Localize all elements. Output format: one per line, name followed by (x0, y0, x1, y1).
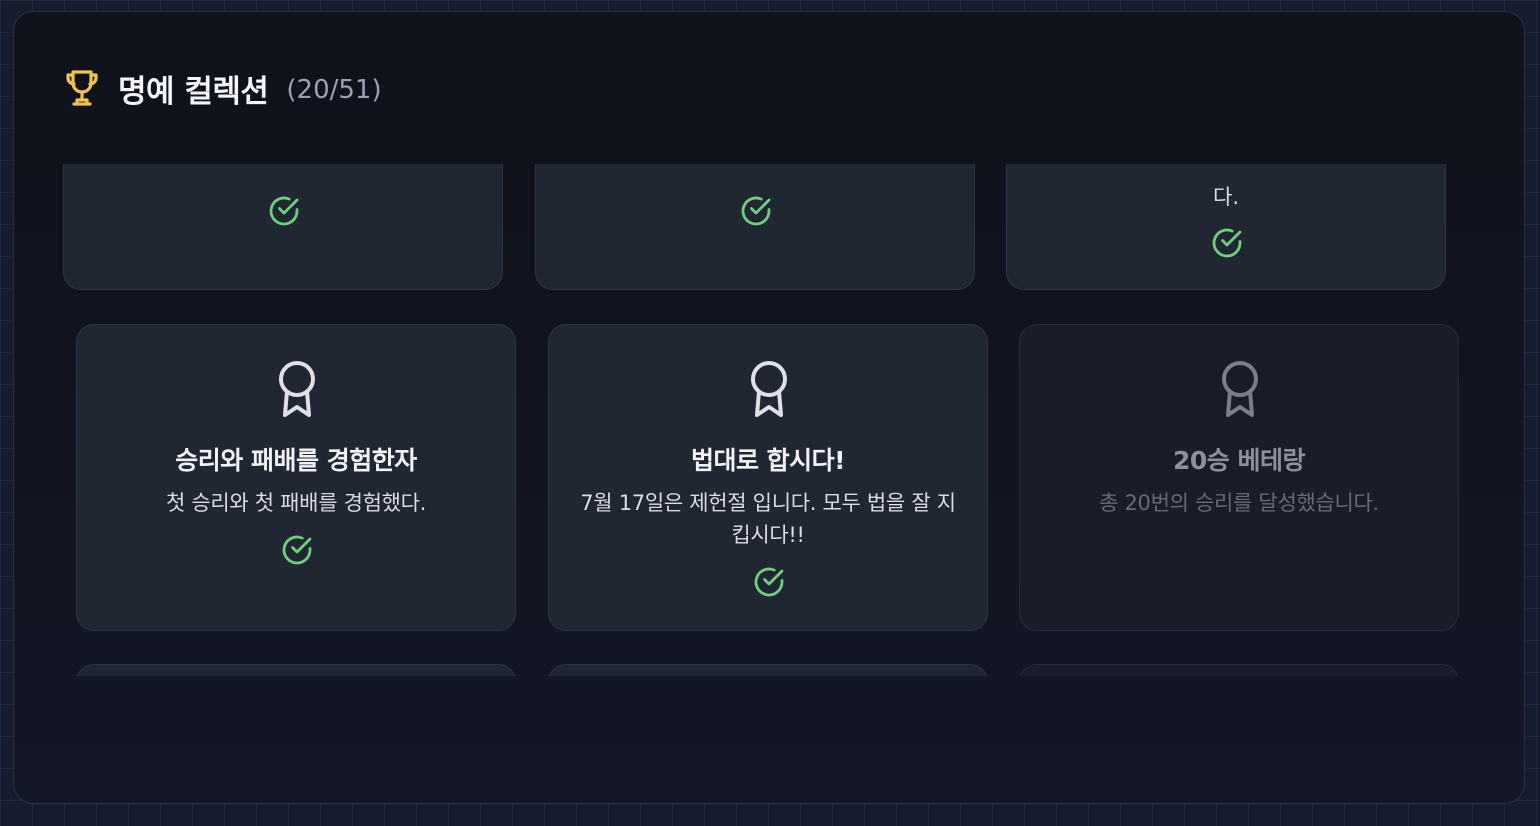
check-circle-icon (754, 567, 784, 597)
panel-header: 명예 컬렉션 (20/51) (64, 68, 382, 110)
trophy-icon (64, 68, 100, 108)
award-icon (751, 361, 787, 417)
achievement-description: 7월 17일은 제헌절 입니다. 모두 법을 잘 지킵시다!! (580, 491, 956, 547)
achievement-description: 총 20번의 승리를 달성했습니다. (1099, 491, 1379, 515)
achievement-card[interactable]: 다. (1006, 164, 1446, 290)
check-circle-icon (282, 535, 312, 565)
achievement-description: 다. (1213, 185, 1239, 209)
achievement-card[interactable] (535, 164, 975, 290)
page-title: 명예 컬렉션 (118, 73, 269, 110)
award-icon (1222, 361, 1258, 417)
honor-collection-panel: 명예 컬렉션 (20/51) 다. 승리와 패배를 경험한자 첫 승리와 첫 패… (13, 11, 1525, 804)
achievement-card[interactable] (548, 664, 988, 676)
achievement-title: 법대로 합시다! (690, 446, 846, 475)
achievement-title: 승리와 패배를 경험한자 (175, 446, 417, 475)
achievement-card[interactable]: 승리와 패배를 경험한자 첫 승리와 첫 패배를 경험했다. (76, 324, 516, 631)
check-circle-icon (741, 196, 771, 226)
achievement-description: 첫 승리와 첫 패배를 경험했다. (165, 491, 427, 515)
achievement-title: 20승 베테랑 (1173, 446, 1306, 475)
check-circle-icon (1212, 228, 1242, 258)
achievement-list[interactable]: 다. 승리와 패배를 경험한자 첫 승리와 첫 패배를 경험했다. 법대로 합시… (60, 164, 1460, 676)
check-circle-icon (269, 196, 299, 226)
achievement-card-locked[interactable]: 20승 베테랑 총 20번의 승리를 달성했습니다. (1019, 324, 1459, 631)
achievement-card[interactable] (76, 664, 516, 676)
award-icon (279, 361, 315, 417)
achievement-card-locked[interactable] (1019, 664, 1459, 676)
collection-count: (20/51) (286, 75, 382, 105)
achievement-card[interactable]: 법대로 합시다! 7월 17일은 제헌절 입니다. 모두 법을 잘 지킵시다!! (548, 324, 988, 631)
achievement-card[interactable] (63, 164, 503, 290)
